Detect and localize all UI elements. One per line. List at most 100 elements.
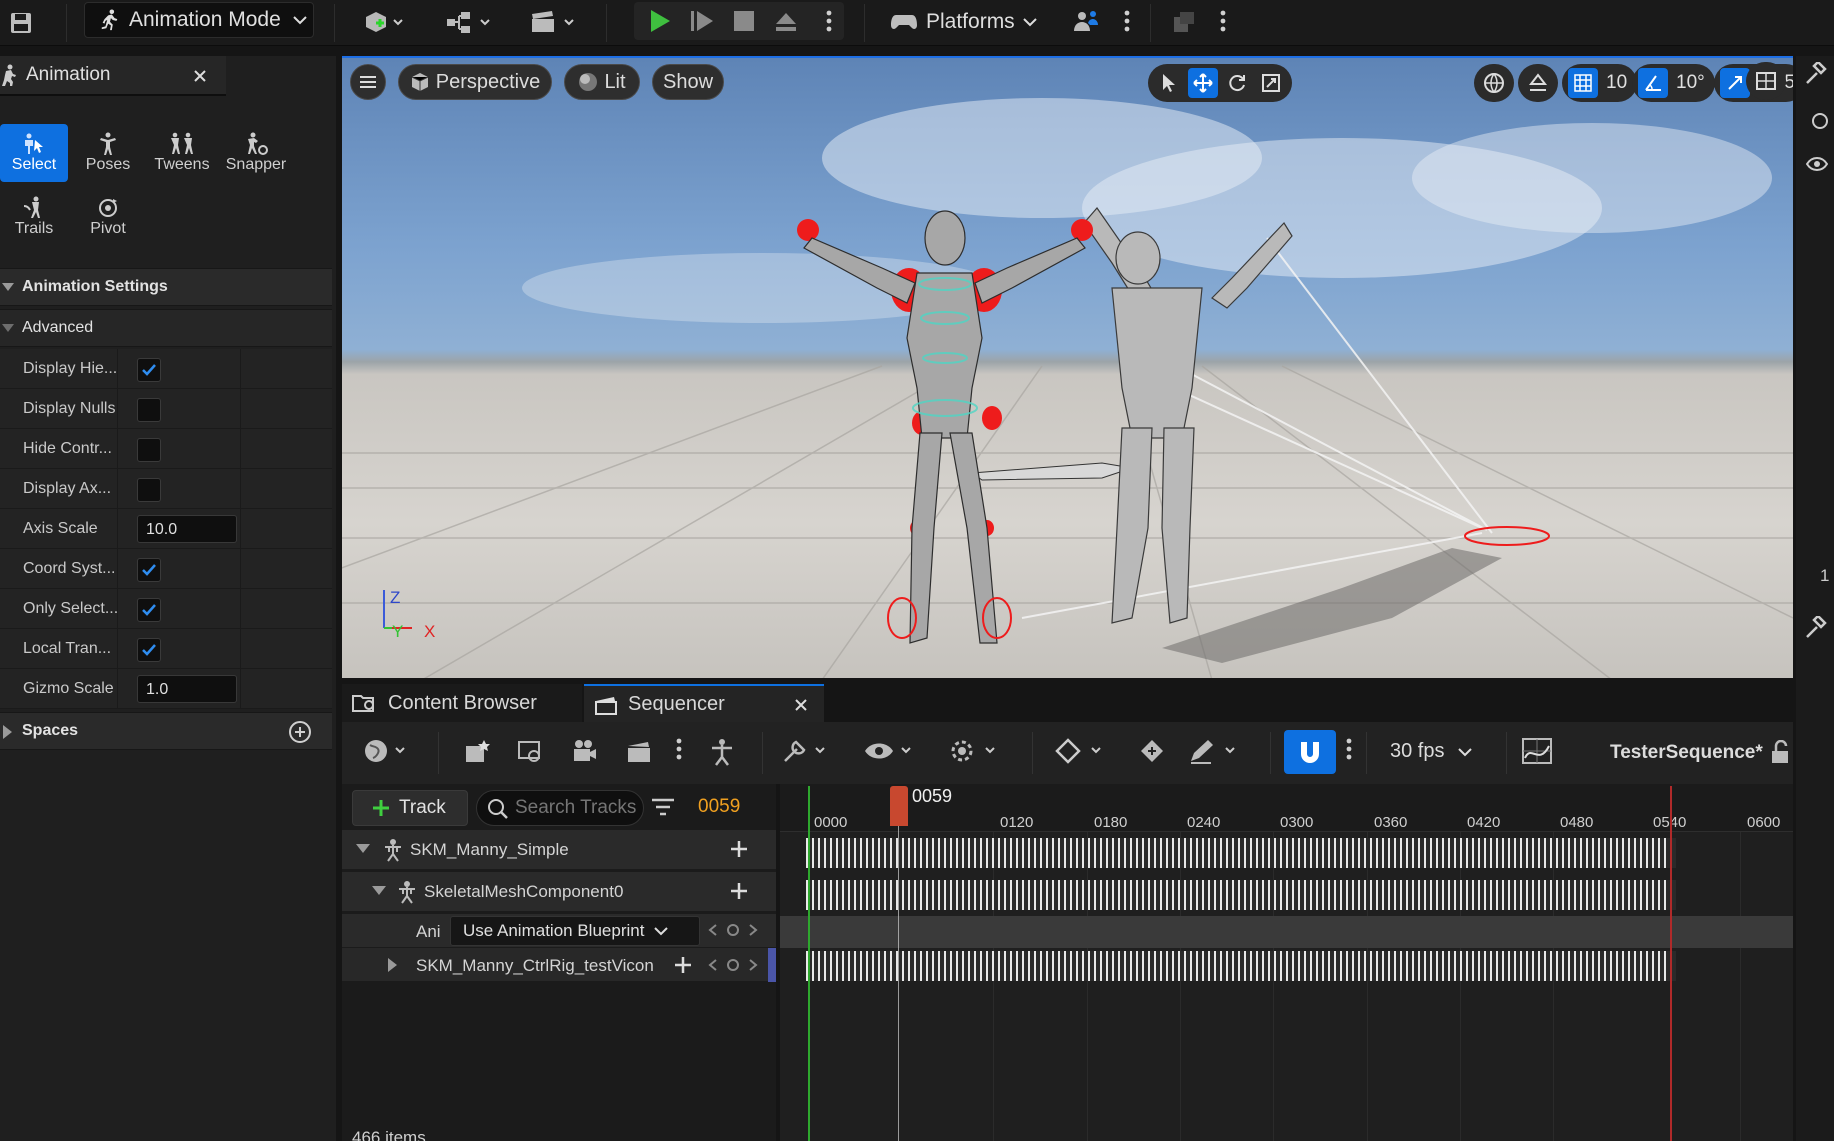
search-icon[interactable] [1808, 112, 1830, 134]
curve-editor-icon[interactable] [1522, 738, 1552, 764]
blueprints-icon[interactable] [442, 6, 498, 38]
pencil-icon[interactable] [1188, 738, 1242, 764]
local-transform-checkbox[interactable] [137, 638, 161, 662]
tool-label: Trails [14, 220, 54, 237]
animation-panel-tab[interactable]: Animation [0, 56, 226, 96]
wrench-icon[interactable] [782, 738, 832, 764]
add-circle-icon[interactable] [288, 720, 312, 744]
more-vertical-icon[interactable] [676, 738, 682, 760]
start-marker[interactable] [808, 786, 810, 1141]
layout-toggle[interactable] [1746, 62, 1786, 100]
rotate-icon[interactable] [1222, 68, 1252, 98]
add-icon[interactable] [730, 882, 748, 900]
eye-icon[interactable] [1806, 156, 1828, 172]
add-icon[interactable] [674, 956, 692, 974]
hammer-icon[interactable] [1804, 616, 1828, 640]
platforms-button[interactable]: Platforms [890, 6, 1037, 38]
select-tool-button[interactable]: Select [0, 124, 68, 182]
prop-label: Hide Contr... [23, 440, 112, 457]
only-selected-checkbox[interactable] [137, 598, 161, 622]
lit-button[interactable]: Lit [564, 64, 640, 100]
pivot-tool-button[interactable]: Pivot [74, 188, 142, 246]
cinematics-icon[interactable] [526, 6, 582, 38]
hammer-icon[interactable] [1804, 62, 1828, 86]
auto-key-settings-icon[interactable] [948, 738, 1002, 764]
poses-tool-button[interactable]: Poses [74, 124, 142, 182]
more-vertical-icon[interactable] [1212, 6, 1234, 36]
snapper-tool-button[interactable]: Snapper [222, 124, 290, 182]
level-viewport[interactable]: Z X Y Perspective Lit Show 10 10° [342, 56, 1793, 678]
track-row-animation[interactable]: Ani Use Animation Blueprint [342, 914, 776, 948]
show-button[interactable]: Show [652, 64, 724, 100]
eye-icon[interactable] [864, 738, 918, 764]
filter-icon[interactable] [650, 796, 676, 818]
axis-y-label: Y [392, 622, 404, 641]
keyframe-lane-root[interactable] [806, 838, 1676, 868]
grid-line [1553, 832, 1554, 1141]
axis-scale-input[interactable]: 10.0 [137, 515, 237, 543]
select-cursor-icon[interactable] [1154, 68, 1184, 98]
scale-icon[interactable] [1256, 68, 1286, 98]
grid-line [1740, 832, 1741, 1141]
display-hierarchy-checkbox[interactable] [137, 358, 161, 382]
camera-actions-icon[interactable] [518, 738, 544, 764]
add-track-button[interactable]: Track [352, 790, 468, 826]
skeleton-actor-icon[interactable] [708, 738, 736, 766]
world-local-toggle[interactable] [1474, 64, 1514, 102]
eject-icon[interactable] [770, 6, 802, 36]
coord-system-checkbox[interactable] [137, 558, 161, 582]
key-diamond-icon[interactable] [1054, 738, 1108, 764]
animation-settings-section[interactable]: Animation Settings [0, 268, 332, 306]
key-navigation-icon[interactable] [708, 957, 758, 973]
advance-frame-icon[interactable] [686, 6, 718, 36]
play-icon[interactable] [644, 6, 676, 36]
gizmo-scale-input[interactable]: 1.0 [137, 675, 237, 703]
clapperboard-icon[interactable] [626, 738, 652, 764]
mode-selector[interactable]: Animation Mode [84, 2, 314, 38]
unlock-icon[interactable] [1770, 740, 1790, 764]
grid-snap-group[interactable]: 10 [1562, 64, 1638, 102]
viewport-menu-button[interactable] [350, 64, 386, 100]
source-control-icon[interactable] [1168, 6, 1200, 38]
stop-icon[interactable] [728, 6, 760, 36]
create-camera-icon[interactable] [572, 738, 598, 764]
end-marker[interactable] [1670, 786, 1672, 1141]
render-movie-icon[interactable] [464, 738, 490, 764]
perspective-button[interactable]: Perspective [398, 64, 552, 100]
more-vertical-icon[interactable] [818, 6, 840, 36]
tweens-tool-button[interactable]: Tweens [148, 124, 216, 182]
keyframe-lane-ctrlrig[interactable] [806, 951, 1676, 981]
translate-icon[interactable] [1188, 68, 1218, 98]
display-axes-checkbox[interactable] [137, 478, 161, 502]
world-icon[interactable] [364, 738, 412, 764]
more-vertical-icon[interactable] [1346, 738, 1352, 760]
track-row-component[interactable]: SkeletalMeshComponent0 [342, 872, 776, 912]
close-icon[interactable] [190, 66, 210, 86]
snap-magnet-icon[interactable] [1284, 730, 1336, 774]
display-nulls-checkbox[interactable] [137, 398, 161, 422]
add-icon[interactable] [730, 840, 748, 858]
content-browser-tab[interactable]: Content Browser [342, 684, 582, 722]
keyframe-lane-component[interactable] [806, 880, 1676, 910]
spaces-section[interactable]: Spaces [0, 712, 332, 750]
track-row-ctrlrig[interactable]: SKM_Manny_CtrlRig_testVicon [342, 948, 776, 982]
key-all-icon[interactable] [1138, 738, 1168, 764]
search-tracks-input[interactable] [515, 795, 639, 821]
save-icon[interactable] [6, 8, 36, 38]
hide-controls-checkbox[interactable] [137, 438, 161, 462]
sequencer-tab[interactable]: Sequencer [584, 684, 824, 722]
more-vertical-icon[interactable] [1116, 6, 1138, 36]
rotation-snap-group[interactable]: 10° [1632, 64, 1715, 102]
trails-tool-button[interactable]: Trails [0, 188, 68, 246]
key-navigation-icon[interactable] [708, 922, 758, 938]
track-row-root[interactable]: SKM_Manny_Simple [342, 830, 776, 870]
close-icon[interactable] [792, 696, 810, 714]
search-tracks-field[interactable] [476, 790, 644, 826]
add-actor-icon[interactable] [358, 6, 410, 38]
fps-dropdown[interactable]: 30 fps [1390, 740, 1473, 763]
advanced-section[interactable]: Advanced [0, 309, 332, 347]
anim-blueprint-dropdown[interactable]: Use Animation Blueprint [450, 916, 700, 946]
playhead-handle[interactable] [890, 786, 908, 826]
surface-snap-toggle[interactable] [1518, 64, 1558, 102]
multi-user-icon[interactable] [1070, 6, 1102, 38]
